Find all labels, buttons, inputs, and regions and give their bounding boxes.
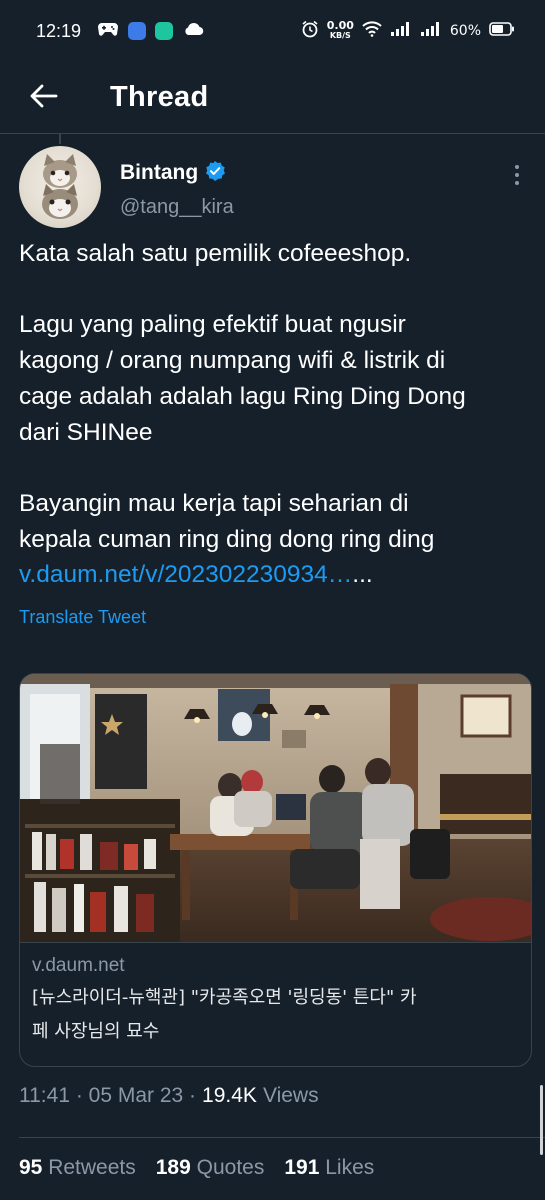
app-icon-blue (128, 22, 147, 40)
tweet-author: Bintang @tang__kira (19, 146, 529, 232)
views-count: 19.4K (202, 1084, 257, 1107)
translate-tweet-button[interactable]: Translate Tweet (19, 607, 146, 628)
status-time: 12:19 (36, 20, 82, 41)
page-title: Thread (110, 81, 209, 113)
tweet-link-suffix: ... (352, 561, 373, 589)
thread-header: Thread (0, 62, 545, 134)
verified-badge-icon (204, 160, 226, 186)
net-speed-value: 0.00 (326, 19, 354, 32)
tweet-timestamp[interactable]: 11:41 · 05 Mar 23 · (19, 1084, 196, 1108)
thread-connector-line (59, 134, 61, 144)
card-title: [뉴스라이더-뉴핵관] "카공족오면 '링딩동' 튼다" 카 페 사장님의 묘수 (32, 981, 519, 1049)
tweet-text-line: kepala cuman ring ding dong ring ding (19, 525, 435, 553)
tweet-text-line: kagong / orang numpang wifi & listrik di (19, 347, 446, 375)
back-arrow-icon (30, 84, 58, 112)
tweet-text-line: dari SHINee (19, 418, 153, 446)
status-bar: 12:19 0.00 KB/S 60% (0, 0, 545, 62)
gamepad-icon (97, 21, 119, 42)
retweets-stat[interactable]: 95 Retweets (19, 1156, 136, 1180)
retweets-count: 95 (19, 1156, 43, 1179)
author-name[interactable]: Bintang (120, 161, 198, 185)
author-name-row: Bintang (120, 160, 226, 186)
signal-icon-2 (420, 21, 442, 41)
avatar[interactable] (19, 146, 101, 228)
tweet-text: Kata salah satu pemilik cofeeeshop. Lagu… (19, 236, 529, 593)
cloud-icon (182, 21, 204, 41)
tweet-link-line: v.daum.net/v/202302230934…... (19, 557, 529, 593)
divider (19, 1137, 545, 1138)
scrollbar-thumb[interactable] (540, 1085, 543, 1155)
likes-count: 191 (284, 1156, 320, 1179)
back-button[interactable] (14, 68, 74, 128)
net-speed-unit: KB/S (329, 31, 351, 40)
battery-percent: 60% (449, 23, 481, 39)
likes-stat[interactable]: 191 Likes (284, 1156, 374, 1180)
tweet-text-line: Kata salah satu pemilik cofeeeshop. (19, 240, 412, 267)
tweet-stats: 95 Retweets 189 Quotes 191 Likes (19, 1156, 374, 1180)
battery-icon (489, 22, 515, 40)
likes-label: Likes (325, 1156, 375, 1179)
card-image (20, 674, 531, 942)
tweet-text-line: Lagu yang paling efektif buat ngusir (19, 311, 406, 339)
card-domain: v.daum.net (32, 955, 125, 976)
alarm-icon (301, 20, 319, 42)
quotes-label: Quotes (196, 1156, 265, 1179)
card-title-line: 페 사장님의 묘수 (32, 1021, 160, 1042)
tweet-text-line: Bayangin mau kerja tapi seharian di (19, 489, 409, 517)
author-handle[interactable]: @tang__kira (120, 196, 234, 219)
tweet-link[interactable]: v.daum.net/v/202302230934… (19, 561, 352, 588)
card-meta: v.daum.net [뉴스라이더-뉴핵관] "카공족오면 '링딩동' 튼다" … (20, 942, 531, 1049)
signal-icon (390, 21, 412, 41)
app-icon-green (155, 22, 174, 40)
quotes-stat[interactable]: 189 Quotes (156, 1156, 265, 1180)
more-vertical-icon (515, 165, 519, 185)
tweet-meta: 11:41 · 05 Mar 23 · 19.4K Views (19, 1084, 319, 1108)
views-label: Views (262, 1084, 319, 1107)
wifi-icon (362, 21, 382, 41)
link-preview-card[interactable]: v.daum.net [뉴스라이더-뉴핵관] "카공족오면 '링딩동' 튼다" … (19, 673, 532, 1067)
quotes-count: 189 (155, 1156, 191, 1179)
more-options-button[interactable] (505, 160, 529, 190)
retweets-label: Retweets (48, 1156, 136, 1179)
card-title-line: [뉴스라이더-뉴핵관] "카공족오면 '링딩동' 튼다" 카 (32, 987, 417, 1008)
tweet-text-line: cage adalah adalah lagu Ring Ding Dong (19, 382, 466, 410)
net-speed: 0.00 KB/S (326, 19, 354, 41)
